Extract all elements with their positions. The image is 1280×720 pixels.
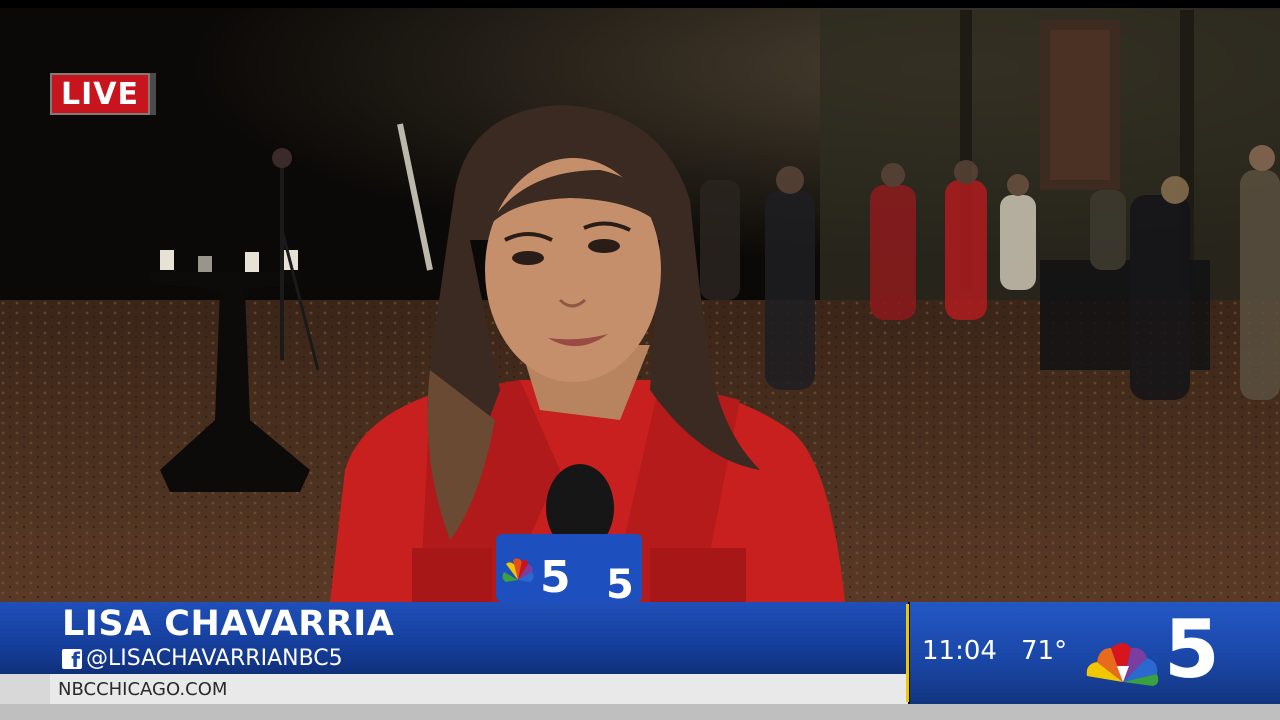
url-bar-edge [0, 674, 50, 704]
bottom-strip [0, 704, 1280, 720]
temperature: 71° [1021, 636, 1068, 666]
reporter-name: LISA CHAVARRIA [62, 604, 395, 644]
facebook-icon: f [62, 648, 82, 669]
live-badge: LIVE [50, 73, 156, 115]
channel-logo-number: 5 [1164, 603, 1220, 696]
svg-text:5: 5 [540, 552, 571, 603]
social-handle: @LISACHAVARRIANBC5 [86, 646, 343, 671]
panel-divider [906, 604, 909, 702]
clock-time: 11:04 [922, 636, 997, 666]
nbc-peacock-icon [1086, 643, 1159, 686]
social-handle-row: f @LISACHAVARRIANBC5 [62, 646, 343, 671]
website-url: NBCCHICAGO.COM [58, 679, 228, 700]
